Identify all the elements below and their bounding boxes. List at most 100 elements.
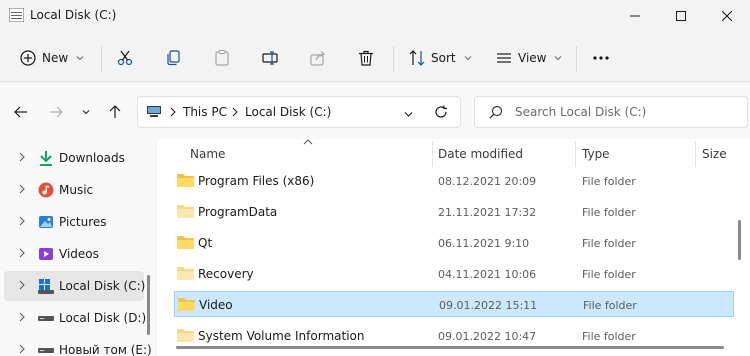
copy-button[interactable] [166,40,182,76]
navigation-pane: Downloads Music Pictures Videos Local Di… [0,139,156,356]
paste-icon [215,50,229,66]
file-name: Recovery [198,267,254,281]
toolbar-divider [576,46,577,72]
file-type: File folder [582,268,636,281]
new-icon [20,50,36,66]
sidebar-item-label: Pictures [59,215,107,229]
file-list: Name Date modified Type Size Program Fil… [157,139,750,356]
sidebar-item-local-disk-c[interactable]: Local Disk (C:) [4,271,146,301]
sidebar-item-label: Local Disk (D:) [59,311,147,325]
table-row[interactable]: ProgramData 21.11.2021 17:32 File folder [174,199,734,225]
sidebar-item-downloads[interactable]: Downloads [0,143,146,173]
title-bar: Local Disk (C:) [0,0,750,32]
maximize-button[interactable] [658,0,704,32]
address-bar[interactable]: This PC Local Disk (C:) [137,96,461,128]
column-divider[interactable] [695,141,696,167]
delete-icon [359,50,373,66]
folder-icon [177,174,194,187]
arrow-left-icon [14,106,27,118]
horizontal-scrollbar[interactable] [176,346,724,349]
vertical-scrollbar[interactable] [738,220,741,260]
cut-button[interactable] [117,40,133,76]
chevron-down-icon [76,56,84,61]
sidebar-item-volume-e[interactable]: Новый том (E:) [0,335,152,356]
column-header-date[interactable]: Date modified [438,147,523,161]
minimize-button[interactable] [612,0,658,32]
sidebar-item-pictures[interactable]: Pictures [0,207,146,237]
drive-icon [38,316,54,321]
file-explorer-icon [8,7,25,23]
more-icon [593,56,609,60]
delete-button[interactable] [358,40,374,76]
chevron-right-icon [19,312,25,322]
arrow-right-icon [50,106,63,118]
maximize-icon [676,11,686,21]
sidebar-item-label: Videos [59,247,99,261]
close-button[interactable] [704,0,750,32]
more-options-button[interactable] [592,40,610,76]
command-bar: New Sort View [0,34,750,82]
chevron-right-icon [19,344,25,354]
sidebar-scrollbar[interactable] [147,275,150,335]
search-input[interactable]: Search Local Disk (C:) [474,96,748,128]
chevron-right-icon [231,106,239,120]
back-button[interactable] [10,101,32,123]
forward-button[interactable] [45,101,67,123]
refresh-button[interactable] [434,105,448,122]
file-type: File folder [582,237,636,250]
search-icon [489,105,503,122]
column-divider[interactable] [575,141,576,167]
sidebar-item-music[interactable]: Music [0,175,146,205]
file-type: File folder [583,299,637,312]
chevron-down-icon [555,56,562,61]
sidebar-item-local-disk-d[interactable]: Local Disk (D:) [0,303,146,333]
cut-icon [117,50,133,66]
table-row-selected[interactable]: Video 09.01.2022 15:11 File folder [174,291,734,317]
table-row[interactable]: Recovery 04.11.2021 10:06 File folder [174,261,734,287]
table-row[interactable]: Qt 06.11.2021 9:10 File folder [174,230,734,256]
sidebar-item-label: Local Disk (C:) [59,279,146,293]
refresh-icon [435,105,447,118]
breadcrumb-local-disk[interactable]: Local Disk (C:) [245,105,331,119]
paste-button[interactable] [214,40,230,76]
file-date: 09.01.2022 10:47 [438,330,537,343]
folder-icon [177,236,194,249]
sidebar-item-label: Music [59,183,94,197]
column-header-name[interactable]: Name [190,147,225,161]
sort-icon [409,50,425,66]
file-name: Video [199,298,233,312]
sort-button[interactable]: Sort [409,40,472,76]
toolbar-divider [393,46,394,72]
file-name: Program Files (x86) [198,174,315,188]
recent-locations-button[interactable] [75,101,97,123]
view-icon [497,53,511,63]
share-icon [310,51,325,66]
file-date: 21.11.2021 17:32 [438,206,537,219]
windows-drive-icon [38,279,54,294]
sidebar-item-videos[interactable]: Videos [0,239,146,269]
column-divider[interactable] [432,141,433,167]
search-placeholder: Search Local Disk (C:) [515,105,647,119]
new-label: New [42,51,69,65]
arrow-up-icon [109,105,121,118]
folder-icon [177,205,194,218]
address-history-button[interactable] [404,107,413,121]
chevron-right-icon [19,216,25,226]
column-header-type[interactable]: Type [582,147,610,161]
table-row[interactable]: Program Files (x86) 08.12.2021 20:09 Fil… [174,168,734,194]
file-type: File folder [582,206,636,219]
sidebar-item-label: Новый том (E:) [59,343,152,356]
folder-icon [178,298,195,311]
column-header-size[interactable]: Size [702,147,727,161]
close-icon [722,11,732,21]
copy-icon [167,50,180,66]
new-button[interactable]: New [20,40,84,76]
breadcrumb-this-pc[interactable]: This PC [183,105,227,119]
share-button[interactable] [310,40,326,76]
sort-label: Sort [431,51,456,65]
up-button[interactable] [104,101,126,123]
download-icon [40,151,52,166]
window-title: Local Disk (C:) [30,8,117,22]
rename-button[interactable] [262,40,278,76]
view-button[interactable]: View [496,40,562,76]
